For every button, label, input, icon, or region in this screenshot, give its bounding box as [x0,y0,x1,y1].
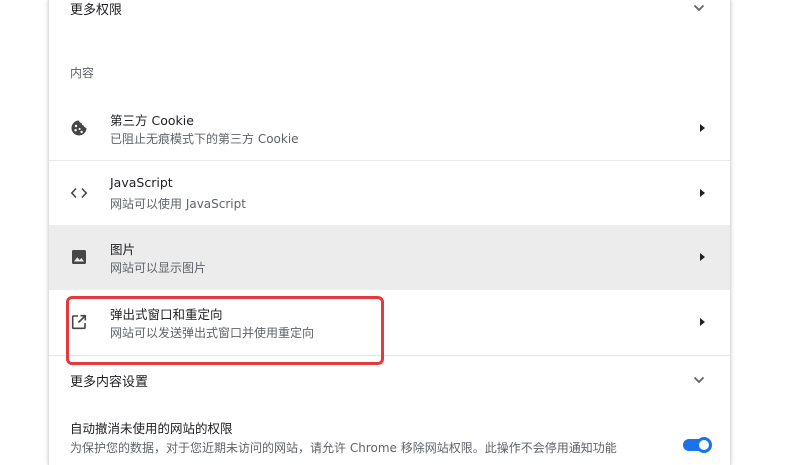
row-subtitle: 网站可以发送弹出式窗口并使用重定向 [110,326,315,340]
popups-redirects-row[interactable]: 弹出式窗口和重定向 网站可以发送弹出式窗口并使用重定向 [49,290,730,355]
images-row[interactable]: 图片 网站可以显示图片 [49,225,730,290]
more-content-settings-label: 更多内容设置 [70,374,149,390]
chevron-down-icon [693,376,705,384]
chevron-down-icon [693,4,705,12]
auto-revoke-section: 自动撤消未使用的网站的权限 为保护您的数据，对于您近期未访问的网站，请允许 Ch… [49,408,730,465]
arrow-right-icon [700,189,705,197]
row-title: 弹出式窗口和重定向 [110,307,223,322]
arrow-right-icon [700,124,705,132]
site-settings-card: 更多权限 内容 第三方 Cookie 已阻止无痕模式下的第三方 Cookie J… [48,0,731,465]
content-section-title: 内容 [70,66,95,80]
settings-page: 更多权限 内容 第三方 Cookie 已阻止无痕模式下的第三方 Cookie J… [0,0,790,465]
row-title: 第三方 Cookie [110,113,194,128]
javascript-row[interactable]: JavaScript 网站可以使用 JavaScript [49,160,730,225]
code-icon [70,187,88,199]
more-permissions-label: 更多权限 [70,2,123,18]
open-in-new-icon [71,314,87,330]
auto-revoke-toggle[interactable] [683,437,712,453]
arrow-right-icon [700,318,705,326]
row-subtitle: 已阻止无痕模式下的第三方 Cookie [110,132,299,146]
auto-revoke-description: 为保护您的数据，对于您近期未访问的网站，请允许 Chrome 移除网站权限。此操… [70,441,617,455]
auto-revoke-title: 自动撤消未使用的网站的权限 [70,421,233,436]
row-title: 图片 [110,242,136,257]
row-subtitle: 网站可以显示图片 [110,261,207,275]
arrow-right-icon [700,253,705,261]
toggle-knob [696,437,712,453]
divider [49,355,730,356]
row-subtitle: 网站可以使用 JavaScript [110,197,246,211]
more-permissions-expander[interactable]: 更多权限 [49,0,730,28]
image-icon [72,250,86,264]
more-content-settings-expander[interactable]: 更多内容设置 [49,360,730,400]
row-title: JavaScript [110,175,173,190]
cookie-icon [71,120,87,136]
third-party-cookies-row[interactable]: 第三方 Cookie 已阻止无痕模式下的第三方 Cookie [49,96,730,160]
